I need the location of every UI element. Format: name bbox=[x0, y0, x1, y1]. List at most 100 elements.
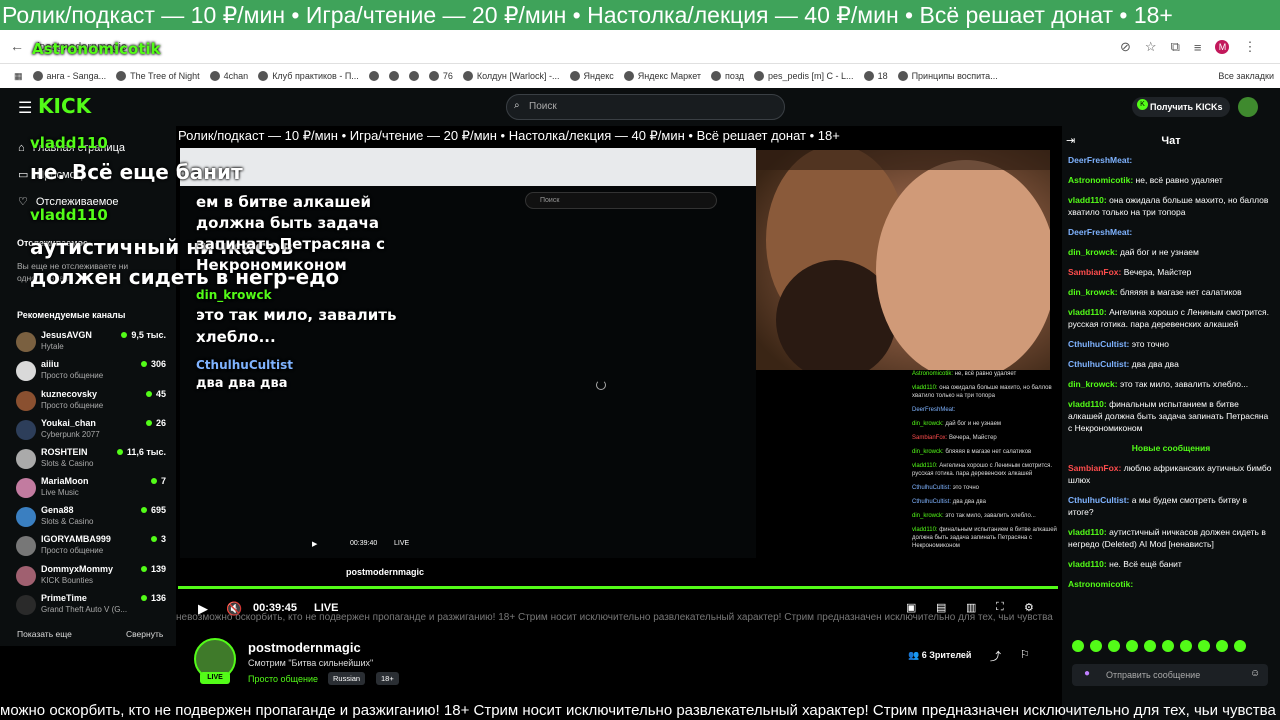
hamburger-menu-icon[interactable]: ☰ bbox=[18, 98, 32, 118]
bookmark[interactable] bbox=[408, 71, 419, 81]
emote-icon[interactable] bbox=[1108, 640, 1120, 652]
address-bar[interactable]: /postmodernmagic bbox=[30, 36, 1110, 58]
extensions-icon[interactable]: ⧉ bbox=[1171, 39, 1180, 55]
kick-logo[interactable]: KICK bbox=[38, 94, 102, 122]
chat-message: vladd110: финальным испытанием в битве а… bbox=[1068, 399, 1269, 433]
inner-search-bar: Поиск bbox=[525, 192, 717, 209]
tag-badge[interactable]: 18+ bbox=[376, 672, 399, 685]
sidebar-channel[interactable]: kuznecovsky Просто общение 45 bbox=[16, 389, 166, 417]
viewers-icon: 👥 bbox=[908, 650, 920, 660]
avatar bbox=[16, 332, 36, 352]
overlay-user: vladd110 bbox=[30, 134, 108, 152]
inner-channel-name: postmodernmagic bbox=[346, 567, 425, 577]
overlay-ticker: Ролик/подкаст — 10 ₽/мин • Игра/чтение —… bbox=[178, 128, 840, 143]
tag-badge[interactable]: Russian bbox=[328, 672, 366, 685]
chat-message: vladd110: Ангелина хорошо с Лениным смот… bbox=[1068, 307, 1269, 329]
stream-category[interactable]: Просто общение bbox=[248, 674, 318, 684]
emote-icon[interactable] bbox=[1198, 640, 1210, 652]
bookmark[interactable]: Яндекс bbox=[569, 71, 614, 81]
chat-message: din_krowck: бляяяя в магазе нет салатико… bbox=[1068, 287, 1242, 297]
chat-message-input[interactable]: Отправить сообщение bbox=[1072, 664, 1268, 686]
emote-icon[interactable] bbox=[1162, 640, 1174, 652]
chat-message: SambianFox: люблю африканских аутичных б… bbox=[1068, 463, 1272, 485]
loading-spinner-icon bbox=[596, 380, 606, 390]
bottom-ticker: можно оскорбить, кто не подвержен пропаг… bbox=[0, 702, 1280, 719]
chat-message: din_krowck: дай бог и не узнаем bbox=[1068, 247, 1199, 257]
avatar bbox=[16, 420, 36, 440]
sidebar-channel[interactable]: DommyxMommy KICK Bounties 139 bbox=[16, 564, 166, 592]
webcam-image bbox=[756, 150, 1050, 370]
search-input[interactable]: Поиск bbox=[506, 94, 785, 120]
bookmark[interactable]: pes_pedis [m] C - L... bbox=[754, 71, 854, 81]
user-avatar[interactable] bbox=[1238, 97, 1258, 117]
sidebar-channel[interactable]: Youkai_chan Cyberpunk 2077 26 bbox=[16, 418, 166, 446]
star-icon[interactable]: ☆ bbox=[1145, 39, 1157, 55]
avatar bbox=[16, 449, 36, 469]
emote-icon[interactable] bbox=[1126, 640, 1138, 652]
bookmark[interactable]: Яндекс Маркет bbox=[623, 71, 701, 81]
overlay-message: ем в битве алкашей должна быть задача за… bbox=[196, 193, 386, 274]
bookmarks-bar: ▦ анга - Sanga... The Tree of Night 4cha… bbox=[0, 64, 1280, 88]
share-icon[interactable]: ⤴ bbox=[990, 648, 1001, 664]
emoji-icon[interactable]: ☺ bbox=[1250, 668, 1260, 679]
mic-icon[interactable]: ● bbox=[1084, 668, 1090, 679]
stream-title: Смотрим "Битва сильнейших" bbox=[248, 658, 374, 668]
bookmark[interactable]: Принципы воспита... bbox=[897, 71, 998, 81]
all-bookmarks[interactable]: Все закладки bbox=[1218, 71, 1280, 81]
apps-grid-icon[interactable]: ▦ bbox=[14, 71, 23, 82]
stream-progress-bar[interactable] bbox=[178, 586, 1058, 589]
chat-message: CthulhuCultist: два два два bbox=[1068, 359, 1179, 369]
sidebar-channel[interactable]: MariaMoon Live Music 7 bbox=[16, 476, 166, 504]
sidebar-channel[interactable]: IGORYAMBA999 Просто общение 3 bbox=[16, 534, 166, 562]
follow-user-icon[interactable]: ⚐ bbox=[1020, 648, 1030, 661]
eye-off-icon[interactable]: ⊘ bbox=[1120, 39, 1131, 55]
avatar bbox=[16, 507, 36, 527]
sidebar-channel[interactable]: ROSHTEIN Slots & Casino 11,6 тыс. bbox=[16, 447, 166, 475]
playlist-icon[interactable]: ≡ bbox=[1194, 40, 1202, 55]
sidebar-channel[interactable]: Gena88 Slots & Casino 695 bbox=[16, 505, 166, 533]
bookmark[interactable] bbox=[368, 71, 379, 81]
sidebar-channel[interactable]: JesusAVGN Hytale 9,5 тыс. bbox=[16, 330, 166, 358]
profile-icon[interactable]: M bbox=[1215, 40, 1230, 54]
top-ticker: Ролик/подкаст — 10 ₽/мин • Игра/чтение —… bbox=[0, 0, 1280, 30]
avatar bbox=[16, 595, 36, 615]
avatar bbox=[16, 391, 36, 411]
kebab-menu-icon[interactable]: ⋮ bbox=[1243, 39, 1256, 55]
emote-icon[interactable] bbox=[1234, 640, 1246, 652]
overlay-message: это так мило, завалить хлебло... bbox=[196, 306, 397, 346]
inner-chat-capture: Astronomicotik: не, всё равно удаляет vl… bbox=[912, 371, 1057, 549]
back-arrow-icon[interactable]: ← bbox=[10, 38, 24, 54]
emote-quick-bar bbox=[1072, 640, 1272, 656]
chat-message: CthulhuCultist: а мы будем смотреть битв… bbox=[1068, 495, 1248, 517]
bookmark[interactable]: позд bbox=[711, 71, 744, 81]
webcam-feed bbox=[756, 150, 1050, 370]
search-icon: ⌕ bbox=[514, 100, 520, 111]
inner-browser-chrome bbox=[180, 148, 756, 186]
heart-icon: ♡ bbox=[18, 196, 28, 208]
new-messages-divider[interactable]: Новые сообщения bbox=[1068, 442, 1274, 454]
chat-message: vladd110: аутистичный ничкасов должен си… bbox=[1068, 527, 1266, 549]
sidebar-channel[interactable]: PrimeTime Grand Theft Auto V (G... 136 bbox=[16, 593, 166, 621]
chat-message: DeerFreshMeat: bbox=[1068, 155, 1133, 165]
bookmark[interactable]: Клуб практиков - П... bbox=[258, 71, 359, 81]
bookmark[interactable]: 4chan bbox=[209, 71, 248, 81]
emote-icon[interactable] bbox=[1144, 640, 1156, 652]
emote-icon[interactable] bbox=[1072, 640, 1084, 652]
collapse-link[interactable]: Свернуть bbox=[126, 629, 163, 639]
emote-icon[interactable] bbox=[1216, 640, 1228, 652]
emote-icon[interactable] bbox=[1180, 640, 1192, 652]
bookmark[interactable]: The Tree of Night bbox=[116, 71, 200, 81]
bookmark[interactable]: анга - Sanga... bbox=[32, 71, 106, 81]
bookmark[interactable]: Колдун [Warlock] -... bbox=[462, 71, 560, 81]
sidebar-channel[interactable]: aiiiu Просто общение 306 bbox=[16, 359, 166, 387]
bookmark[interactable]: 76 bbox=[428, 71, 453, 81]
channel-name[interactable]: postmodernmagic bbox=[248, 640, 361, 655]
bookmark[interactable] bbox=[388, 71, 399, 81]
chat-message: vladd110: она ожидала больше махито, но … bbox=[1068, 195, 1269, 217]
overlay-user: Astronomicotik bbox=[32, 40, 161, 58]
show-more-link[interactable]: Показать еще bbox=[17, 629, 72, 639]
browser-address-row: ← /postmodernmagic ⊘ ☆ ⧉ ≡ M ⋮ bbox=[0, 30, 1280, 64]
emote-icon[interactable] bbox=[1090, 640, 1102, 652]
overlay-user: din_krowck bbox=[196, 288, 272, 302]
bookmark[interactable]: 18 bbox=[863, 71, 888, 81]
